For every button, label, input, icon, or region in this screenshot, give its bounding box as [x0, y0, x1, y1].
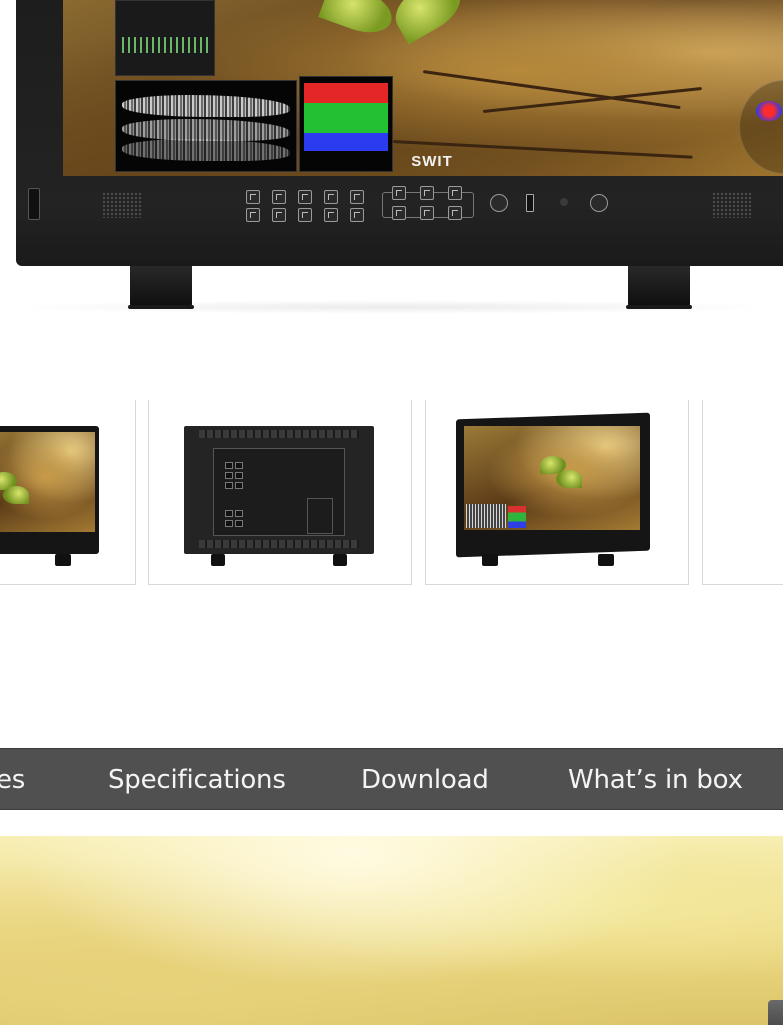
leaf — [386, 0, 470, 45]
luma-waveform — [115, 80, 297, 172]
product-thumbnail-carousel — [0, 400, 783, 587]
adjust-button — [448, 206, 462, 220]
feature-banner-image — [0, 836, 783, 1025]
speaker-grille — [712, 192, 752, 218]
product-thumbnail[interactable] — [425, 400, 689, 585]
function-button — [272, 190, 286, 204]
rgb-parade — [299, 76, 393, 172]
brand-logo: SWIT — [411, 153, 453, 170]
power-knob — [590, 194, 608, 212]
function-button — [324, 190, 338, 204]
product-thumbnail[interactable] — [0, 400, 136, 585]
product-thumbnail[interactable] — [148, 400, 412, 585]
tab-features[interactable]: es — [0, 749, 25, 809]
tab-download[interactable]: Download — [361, 749, 489, 809]
function-button — [272, 208, 286, 222]
twig — [482, 87, 702, 113]
leaf — [318, 0, 398, 41]
product-thumbnail[interactable] — [702, 400, 783, 585]
function-button — [350, 190, 364, 204]
monitor-control-strip — [28, 182, 783, 234]
monitor-stand-right — [626, 262, 692, 309]
monitor-screen — [63, 0, 783, 176]
adjust-button — [392, 206, 406, 220]
monitor-bezel: SWIT — [16, 0, 783, 266]
vectorscope — [739, 80, 783, 174]
function-button — [350, 208, 364, 222]
function-button — [246, 190, 260, 204]
hero-product-image: SWIT — [0, 0, 783, 320]
tally-indicator — [560, 198, 568, 206]
product-tab-bar: es Specifications Download What’s in box — [0, 748, 783, 810]
function-button — [298, 208, 312, 222]
adjust-button — [420, 186, 434, 200]
adjust-button — [392, 186, 406, 200]
speaker-grille — [102, 192, 142, 218]
side-port — [28, 188, 40, 220]
scope-panel-small — [115, 0, 215, 76]
function-button — [324, 208, 338, 222]
adjust-button — [448, 186, 462, 200]
function-button — [298, 190, 312, 204]
banner-device-edge — [768, 1000, 783, 1025]
usb-port — [526, 194, 534, 212]
menu-knob — [490, 194, 508, 212]
adjust-button — [420, 206, 434, 220]
tab-specifications[interactable]: Specifications — [108, 749, 286, 809]
tab-whats-in-box[interactable]: What’s in box — [568, 749, 743, 809]
function-button — [246, 208, 260, 222]
monitor-stand-left — [128, 262, 194, 309]
